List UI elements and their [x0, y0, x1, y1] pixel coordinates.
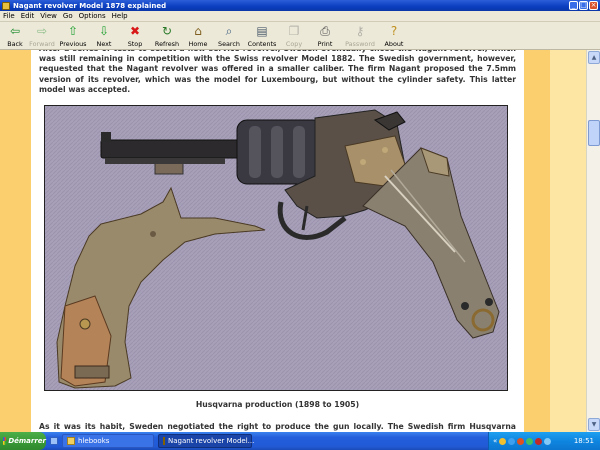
- about-icon: ?: [390, 24, 398, 38]
- start-button[interactable]: Démarrer: [0, 432, 46, 450]
- menu-go[interactable]: Go: [63, 12, 73, 20]
- tray-icon[interactable]: [499, 437, 507, 445]
- taskbar: Démarrer hlebooks Nagant revolver Model.…: [0, 432, 600, 450]
- contents-button[interactable]: ▤ Contents: [245, 24, 279, 49]
- tray-icon[interactable]: [508, 437, 516, 445]
- search-button[interactable]: ⌕ Search: [213, 24, 245, 49]
- taskbar-button-label: Nagant revolver Model...: [168, 437, 255, 445]
- taskbar-button-nagant[interactable]: Nagant revolver Model...: [158, 434, 255, 448]
- toolbar-button-label: Back: [7, 40, 23, 48]
- system-clock[interactable]: 18:51: [574, 437, 594, 445]
- scroll-thumb[interactable]: [588, 120, 600, 146]
- taskbar-button-hlebooks[interactable]: hlebooks: [62, 434, 154, 448]
- quick-launch: [50, 437, 58, 445]
- refresh-button[interactable]: ↻ Refresh: [151, 24, 183, 49]
- toolbar-button-label: Copy: [285, 40, 303, 48]
- toolbar-button-label: Print: [317, 40, 333, 48]
- vertical-scrollbar[interactable]: ▲ ▼: [586, 50, 600, 432]
- tray-icon[interactable]: [517, 437, 525, 445]
- page-right-band: [524, 50, 550, 432]
- page-left-band: [0, 50, 31, 432]
- forward-button[interactable]: ⇨ Forward: [27, 24, 57, 49]
- search-icon: ⌕: [225, 24, 233, 38]
- close-button[interactable]: ×: [589, 1, 598, 10]
- toolbar-button-label: Refresh: [154, 40, 180, 48]
- stop-button[interactable]: ✖ Stop: [119, 24, 151, 49]
- application-window: Nagant revolver Model 1878 explained _ □…: [0, 0, 600, 450]
- taskbar-button-label: hlebooks: [78, 437, 110, 445]
- show-desktop-icon[interactable]: [50, 437, 58, 445]
- next-arrow-icon: ⇩: [98, 24, 110, 38]
- toolbar-button-label: Next: [96, 40, 112, 48]
- print-icon: ⎙: [320, 24, 330, 38]
- start-label: Démarrer: [8, 437, 46, 445]
- previous-arrow-icon: ⇧: [67, 24, 79, 38]
- copy-button[interactable]: ❐ Copy: [279, 24, 309, 49]
- maximize-button[interactable]: □: [579, 1, 588, 10]
- toolbar-button-label: Search: [218, 40, 240, 48]
- contents-icon: ▤: [256, 24, 268, 38]
- window-controls: _ □ ×: [569, 1, 598, 10]
- home-icon: ⌂: [194, 24, 202, 38]
- forward-arrow-icon: ⇨: [36, 24, 48, 38]
- tray-icon[interactable]: [526, 437, 534, 445]
- article-paragraph-top: After a series of tests to select a new …: [39, 50, 516, 94]
- toolbar-button-label: Home: [188, 40, 208, 48]
- menu-view[interactable]: View: [40, 12, 57, 20]
- title-bar[interactable]: Nagant revolver Model 1878 explained _ □…: [0, 0, 600, 11]
- article-paragraph-bottom: As it was its habit, Sweden negotiated t…: [39, 422, 516, 431]
- toolbar: ⇦ Back ⇨ Forward ⇧ Previous ⇩ Next ✖ Stop ↻ Refresh…: [0, 22, 600, 50]
- revolver-illustration: [45, 106, 507, 390]
- password-button[interactable]: ⚷ Password: [341, 24, 379, 49]
- article-content: After a series of tests to select a new …: [31, 50, 524, 432]
- tray-icon[interactable]: [535, 437, 543, 445]
- tray-expand-button[interactable]: «: [493, 437, 497, 445]
- window-title: Nagant revolver Model 1878 explained: [13, 1, 167, 10]
- next-button[interactable]: ⇩ Next: [89, 24, 119, 49]
- toolbar-button-label: Previous: [59, 40, 87, 48]
- menu-options[interactable]: Options: [79, 12, 106, 20]
- print-button[interactable]: ⎙ Print: [309, 24, 341, 49]
- previous-button[interactable]: ⇧ Previous: [57, 24, 89, 49]
- system-tray: « 18:51: [488, 432, 600, 450]
- app-icon: [2, 1, 10, 10]
- toolbar-button-label: Contents: [247, 40, 277, 48]
- toolbar-button-label: Password: [345, 40, 375, 48]
- tray-icon[interactable]: [544, 437, 552, 445]
- revolver-photo: [44, 105, 508, 391]
- minimize-button[interactable]: _: [569, 1, 578, 10]
- menu-help[interactable]: Help: [112, 12, 128, 20]
- back-arrow-icon: ⇦: [9, 24, 21, 38]
- menu-edit[interactable]: Edit: [21, 12, 35, 20]
- menu-file[interactable]: File: [3, 12, 15, 20]
- toolbar-button-label: Forward: [29, 40, 55, 48]
- ebook-icon: [163, 437, 165, 445]
- scroll-up-arrow-icon[interactable]: ▲: [588, 51, 600, 64]
- folder-icon: [67, 437, 75, 445]
- home-button[interactable]: ⌂ Home: [183, 24, 213, 49]
- toolbar-button-label: About: [384, 40, 404, 48]
- photo-caption: Husqvarna production (1898 to 1905): [195, 400, 360, 409]
- menu-bar: File Edit View Go Options Help: [0, 11, 600, 22]
- back-button[interactable]: ⇦ Back: [3, 24, 27, 49]
- about-button[interactable]: ? About: [379, 24, 409, 49]
- toolbar-button-label: Stop: [127, 40, 143, 48]
- copy-icon: ❐: [288, 24, 300, 38]
- page-area: After a series of tests to select a new …: [0, 50, 586, 432]
- password-icon: ⚷: [355, 24, 365, 38]
- stop-icon: ✖: [129, 24, 141, 38]
- windows-flag-icon: [3, 437, 7, 445]
- scroll-down-arrow-icon[interactable]: ▼: [588, 418, 600, 431]
- refresh-icon: ↻: [161, 24, 173, 38]
